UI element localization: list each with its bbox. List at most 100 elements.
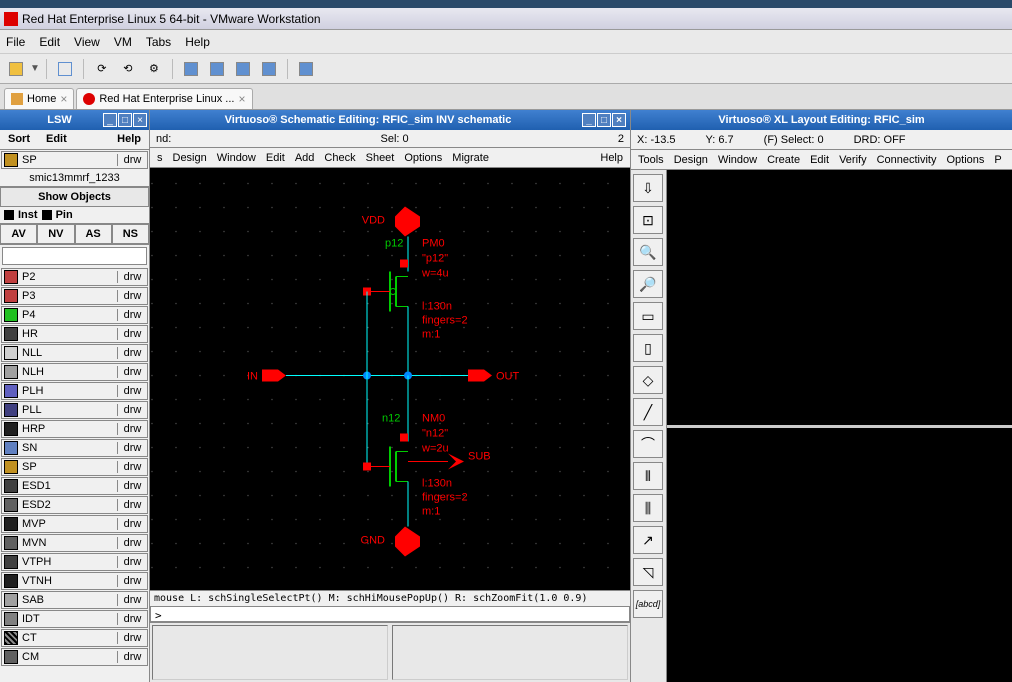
lsw-close-icon[interactable]: × <box>133 113 147 127</box>
tool-zoom-in-icon[interactable]: 🔍 <box>633 238 663 266</box>
lsw-current-layer[interactable]: SP drw <box>1 151 148 169</box>
fullscreen-button[interactable] <box>294 57 318 81</box>
power-button[interactable] <box>4 57 28 81</box>
lsw-menu-edit[interactable]: Edit <box>38 130 75 149</box>
menu-vm[interactable]: VM <box>114 35 132 49</box>
av-button[interactable]: AV <box>0 224 37 244</box>
tool-rect2-icon[interactable]: ▯ <box>633 334 663 362</box>
layer-row[interactable]: P3drw <box>1 287 148 305</box>
tool-button-1[interactable]: ⟳ <box>90 57 114 81</box>
tool-misc1-icon[interactable]: ⫴ <box>633 462 663 490</box>
tool-path-icon[interactable]: ╱ <box>633 398 663 426</box>
layer-row[interactable]: CTdrw <box>1 629 148 647</box>
inst-checkbox[interactable] <box>4 210 14 220</box>
menu-help[interactable]: Help <box>185 35 210 49</box>
nv-button[interactable]: NV <box>37 224 74 244</box>
layer-row[interactable]: PLHdrw <box>1 382 148 400</box>
layout-canvas-2[interactable] <box>667 428 1012 682</box>
snapshot-button[interactable] <box>53 57 77 81</box>
sch-menu-help[interactable]: Help <box>595 152 628 164</box>
sch-menu-check[interactable]: Check <box>319 152 360 164</box>
as-button[interactable]: AS <box>75 224 112 244</box>
view-button-1[interactable] <box>179 57 203 81</box>
layer-row[interactable]: SPdrw <box>1 458 148 476</box>
lay-menu-window[interactable]: Window <box>713 154 762 166</box>
tool-button-2[interactable]: ⟲ <box>116 57 140 81</box>
view-button-4[interactable] <box>257 57 281 81</box>
lsw-filter-input[interactable] <box>2 247 147 265</box>
layer-row[interactable]: HRPdrw <box>1 420 148 438</box>
layer-row[interactable]: P2drw <box>1 268 148 286</box>
tool-rect-icon[interactable]: ▭ <box>633 302 663 330</box>
layer-row[interactable]: MVPdrw <box>1 515 148 533</box>
tool-save-icon[interactable]: ⇩ <box>633 174 663 202</box>
layer-purpose: drw <box>117 309 147 321</box>
pin-checkbox[interactable] <box>42 210 52 220</box>
layer-row[interactable]: VTPHdrw <box>1 553 148 571</box>
layer-row[interactable]: NLLdrw <box>1 344 148 362</box>
view-button-2[interactable] <box>205 57 229 81</box>
lay-menu-design[interactable]: Design <box>669 154 713 166</box>
lay-menu-edit[interactable]: Edit <box>805 154 834 166</box>
layer-row[interactable]: NLHdrw <box>1 363 148 381</box>
lsw-maximize-icon[interactable]: □ <box>118 113 132 127</box>
tool-poly-icon[interactable]: ◇ <box>633 366 663 394</box>
lsw-menu-sort[interactable]: Sort <box>0 130 38 149</box>
lsw-minimize-icon[interactable]: _ <box>103 113 117 127</box>
layer-row[interactable]: SABdrw <box>1 591 148 609</box>
power-dropdown-icon[interactable]: ▼ <box>30 63 40 74</box>
layer-row[interactable]: VTNHdrw <box>1 572 148 590</box>
tab-home-close[interactable]: × <box>60 92 67 106</box>
tool-stretch-icon[interactable]: ↗ <box>633 526 663 554</box>
sch-menu-design[interactable]: Design <box>168 152 212 164</box>
schematic-maximize-icon[interactable]: □ <box>597 113 611 127</box>
tab-rhel[interactable]: Red Hat Enterprise Linux ... × <box>76 88 252 109</box>
cmd-status: nd: <box>156 133 171 145</box>
layer-row[interactable]: ESD1drw <box>1 477 148 495</box>
tool-zoom-fit-icon[interactable]: ⊡ <box>633 206 663 234</box>
tool-reshape-icon[interactable]: ◹ <box>633 558 663 586</box>
layer-row[interactable]: SNdrw <box>1 439 148 457</box>
menu-view[interactable]: View <box>74 35 100 49</box>
lay-menu-verify[interactable]: Verify <box>834 154 872 166</box>
show-objects-button[interactable]: Show Objects <box>0 187 149 207</box>
menu-tabs[interactable]: Tabs <box>146 35 171 49</box>
tool-misc2-icon[interactable]: ⫼ <box>633 494 663 522</box>
layer-row[interactable]: CMdrw <box>1 648 148 666</box>
lsw-layer-list[interactable]: P2drwP3drwP4drwHRdrwNLLdrwNLHdrwPLHdrwPL… <box>0 267 149 682</box>
sch-menu-add[interactable]: Add <box>290 152 320 164</box>
tab-home[interactable]: Home × <box>4 88 74 109</box>
schematic-canvas[interactable]: VDD p12 PM0 "p12" w=4u l:130n fingers=2 <box>150 168 630 590</box>
lay-menu-options[interactable]: Options <box>942 154 990 166</box>
view-button-3[interactable] <box>231 57 255 81</box>
menu-file[interactable]: File <box>6 35 25 49</box>
tool-button-3[interactable]: ⚙ <box>142 57 166 81</box>
layer-row[interactable]: PLLdrw <box>1 401 148 419</box>
sch-menu-sheet[interactable]: Sheet <box>361 152 400 164</box>
schematic-minimize-icon[interactable]: _ <box>582 113 596 127</box>
tool-label-icon[interactable]: [abcd] <box>633 590 663 618</box>
sch-menu-s[interactable]: s <box>152 152 168 164</box>
menu-edit[interactable]: Edit <box>39 35 60 49</box>
ns-button[interactable]: NS <box>112 224 149 244</box>
lay-menu-p[interactable]: P <box>989 154 1006 166</box>
layer-row[interactable]: P4drw <box>1 306 148 324</box>
layer-row[interactable]: MVNdrw <box>1 534 148 552</box>
lay-menu-create[interactable]: Create <box>762 154 805 166</box>
layer-row[interactable]: ESD2drw <box>1 496 148 514</box>
layout-canvas[interactable] <box>667 170 1012 425</box>
schematic-command-line[interactable]: > <box>150 606 630 622</box>
tool-zoom-out-icon[interactable]: 🔎 <box>633 270 663 298</box>
sch-menu-edit[interactable]: Edit <box>261 152 290 164</box>
sch-menu-options[interactable]: Options <box>399 152 447 164</box>
lay-menu-tools[interactable]: Tools <box>633 154 669 166</box>
sch-menu-migrate[interactable]: Migrate <box>447 152 494 164</box>
layer-row[interactable]: HRdrw <box>1 325 148 343</box>
sch-menu-window[interactable]: Window <box>212 152 261 164</box>
tab-rhel-close[interactable]: × <box>238 92 245 106</box>
schematic-close-icon[interactable]: × <box>612 113 626 127</box>
tool-arc-icon[interactable]: ⌒ <box>633 430 663 458</box>
lsw-menu-help[interactable]: Help <box>109 130 149 149</box>
layer-row[interactable]: IDTdrw <box>1 610 148 628</box>
lay-menu-connectivity[interactable]: Connectivity <box>872 154 942 166</box>
